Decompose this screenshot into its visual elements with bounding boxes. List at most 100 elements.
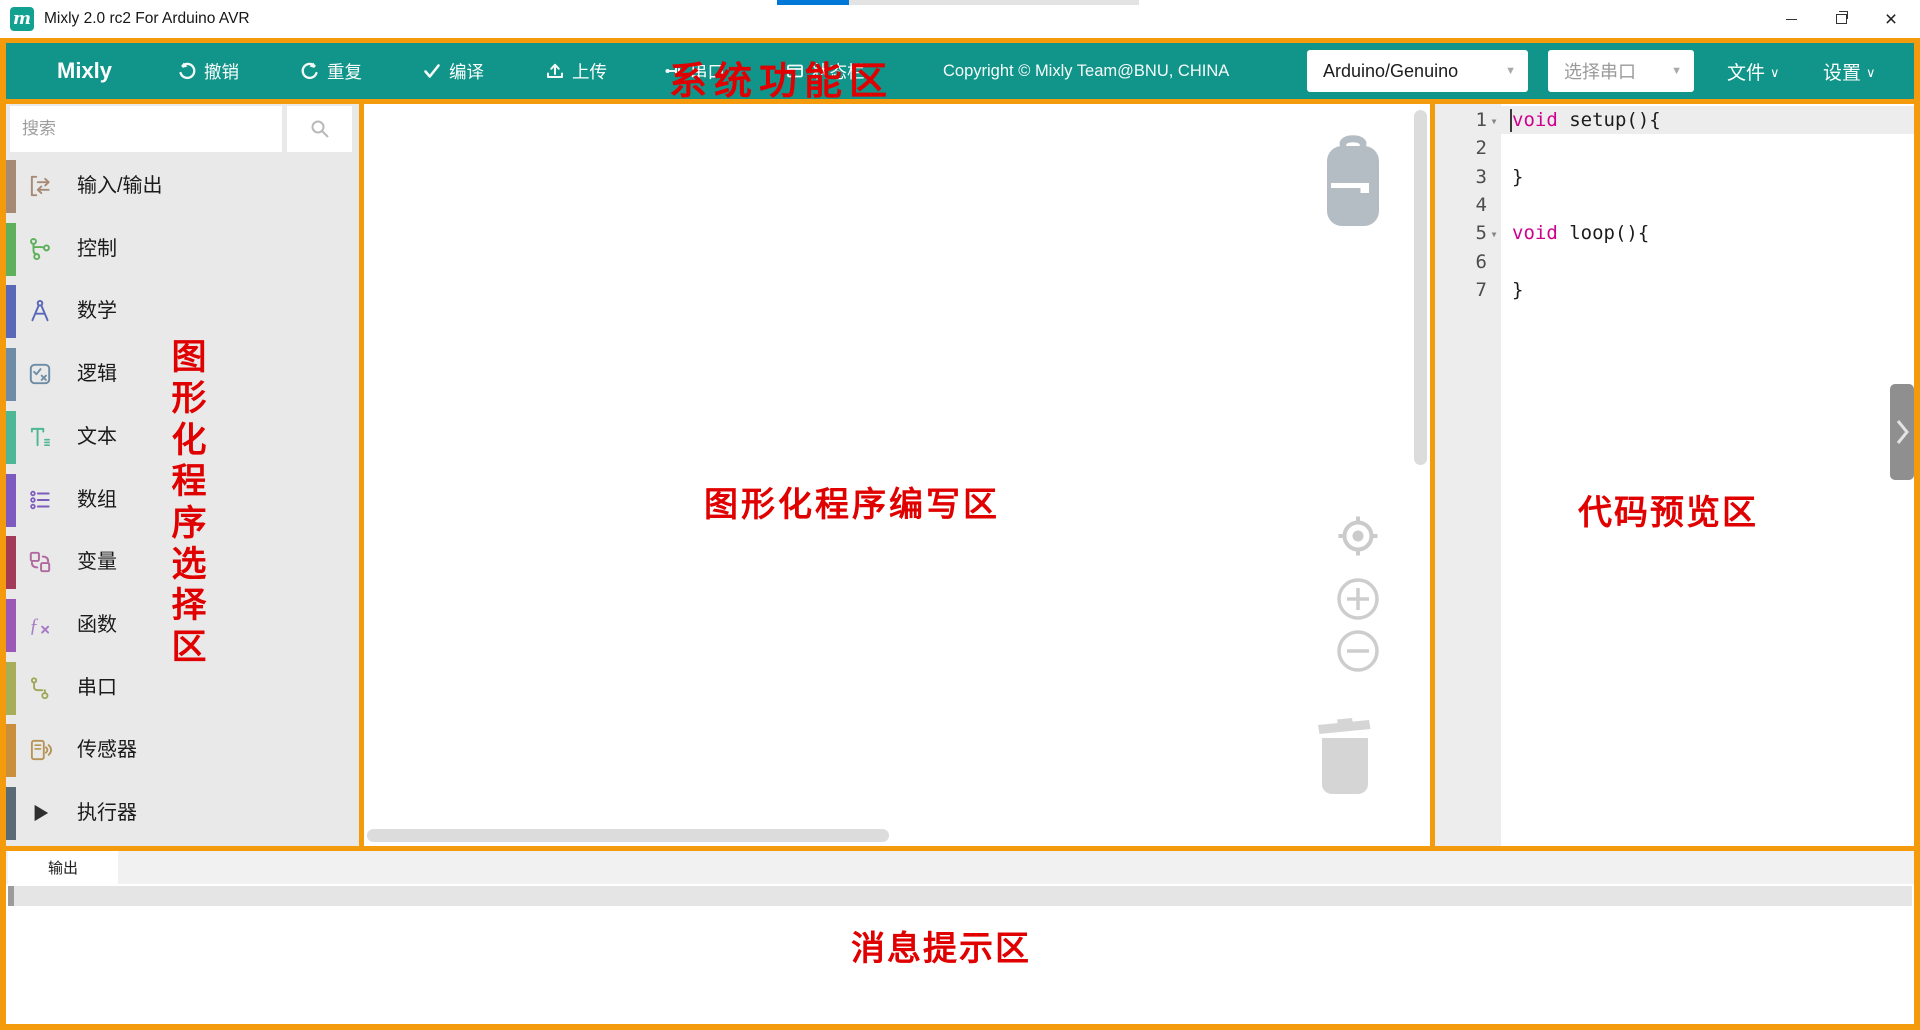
blockly-workspace[interactable] [364,104,1430,846]
zoom-in-button[interactable] [1336,577,1380,626]
port-dropdown-placeholder: 选择串口 [1564,58,1636,84]
crosshair-icon [1336,514,1380,558]
search-input[interactable] [10,106,282,152]
code-line: 2 [1435,134,1914,162]
chevron-down-icon: ▼ [1505,65,1516,77]
progress-fill [777,0,849,5]
sidebar-item-function[interactable]: ƒ函数 [6,594,359,656]
code-line: 4 [1435,191,1914,219]
sidebar-item-io[interactable]: 输入/输出 [6,155,359,217]
category-color-bar [6,536,16,589]
minimize-button[interactable] [1766,0,1816,38]
port-dropdown[interactable]: 选择串口 ▼ [1548,50,1694,92]
undo-icon [177,61,197,81]
board-dropdown-value: Arduino/Genuino [1323,61,1458,82]
sensor-icon [26,736,54,764]
category-color-bar [6,223,16,276]
block-category-sidebar: 输入/输出控制数学逻辑文本数组变量ƒ函数串口传感器执行器 [6,104,359,846]
compile-icon [422,61,442,81]
frame-sidebar-divider [359,104,364,846]
category-color-bar [6,285,16,338]
center-view-button[interactable] [1336,514,1380,563]
trash-button[interactable] [1312,710,1378,801]
code-line: 7} [1435,276,1914,304]
output-tabbar [6,851,1914,884]
frame-left [0,38,6,1030]
tab-output[interactable]: 输出 [8,851,118,884]
io-arrows-icon [26,172,54,200]
category-color-bar [6,662,16,715]
frame-under-toolbar [6,99,1914,104]
trash-icon [1312,710,1378,796]
fold-arrow-icon[interactable]: ▼ [1487,115,1501,126]
upload-button[interactable]: 上传 [545,43,607,99]
statusbar-button[interactable]: 状态栏 [785,43,865,99]
horizontal-scrollbar[interactable] [367,829,889,842]
sidebar-item-variable[interactable]: 变量 [6,531,359,593]
window-controls: × [1766,0,1916,38]
minimize-icon [1786,19,1797,20]
redo-button[interactable]: 重复 [300,43,362,99]
vertical-scrollbar[interactable] [1414,110,1427,465]
category-color-bar [6,474,16,527]
text-cursor [1510,109,1512,132]
sidebar-item-serial[interactable]: 串口 [6,657,359,719]
title-bar: m Mixly 2.0 rc2 For Arduino AVR × [0,0,1920,38]
serial-icon [663,61,683,81]
code-lines: 1▼void setup(){23}45▼void loop(){67} [1435,106,1914,304]
window-title: Mixly 2.0 rc2 For Arduino AVR [44,0,250,38]
code-line: 3} [1435,163,1914,191]
fold-spacer [1487,147,1501,149]
minus-icon [1336,629,1380,673]
code-line: 1▼void setup(){ [1435,106,1914,134]
compile-button[interactable]: 编译 [422,43,484,99]
brand-label[interactable]: Mixly [57,43,112,99]
settings-menu[interactable]: 设置∨ [1823,43,1876,99]
category-color-bar [6,348,16,401]
search-button[interactable] [287,106,352,152]
frame-right [1914,38,1920,1030]
fold-spacer [1487,204,1501,206]
close-icon: × [1885,9,1897,30]
serial-button[interactable]: 串口 [663,43,725,99]
fold-spacer [1487,176,1501,178]
frame-bottom [0,1024,1920,1030]
undo-button[interactable]: 撤销 [177,43,239,99]
array-list-icon [26,486,54,514]
fold-arrow-icon[interactable]: ▼ [1487,228,1501,239]
mixly-app-window: m Mixly 2.0 rc2 For Arduino AVR × Mixly … [0,0,1920,1030]
backpack-icon[interactable] [1322,134,1384,233]
panel-collapse-tab[interactable] [1890,384,1914,480]
variable-swap-icon [26,548,54,576]
zoom-out-button[interactable] [1336,629,1380,678]
redo-icon [300,61,320,81]
category-color-bar [6,411,16,464]
text-icon [26,423,54,451]
file-menu[interactable]: 文件∨ [1727,43,1780,99]
sidebar-item-text[interactable]: 文本 [6,406,359,468]
compass-icon [26,297,54,325]
category-color-bar [6,787,16,840]
board-dropdown[interactable]: Arduino/Genuino ▼ [1307,50,1528,92]
upload-icon [545,61,565,81]
code-line: 6 [1435,247,1914,275]
sidebar-item-sensor[interactable]: 传感器 [6,719,359,781]
restore-button[interactable] [1816,0,1866,38]
sidebar-item-math[interactable]: 数学 [6,280,359,342]
restore-icon [1836,14,1847,24]
output-caret [8,886,14,906]
close-button[interactable]: × [1866,0,1916,38]
sidebar-item-array[interactable]: 数组 [6,469,359,531]
actuator-play-icon [26,799,54,827]
chevron-right-icon [1894,418,1910,446]
sidebar-item-logic[interactable]: 逻辑 [6,343,359,405]
search-icon [309,118,331,140]
category-color-bar [6,599,16,652]
toolbar: Mixly 撤销重复编译上传串口状态栏 Copyright © Mixly Te… [6,43,1914,99]
sidebar-item-actuator[interactable]: 执行器 [6,782,359,844]
sidebar-item-control[interactable]: 控制 [6,218,359,280]
plus-icon [1336,577,1380,621]
chevron-down-icon: ∨ [1770,65,1780,81]
fold-spacer [1487,261,1501,263]
output-line [8,886,1912,906]
